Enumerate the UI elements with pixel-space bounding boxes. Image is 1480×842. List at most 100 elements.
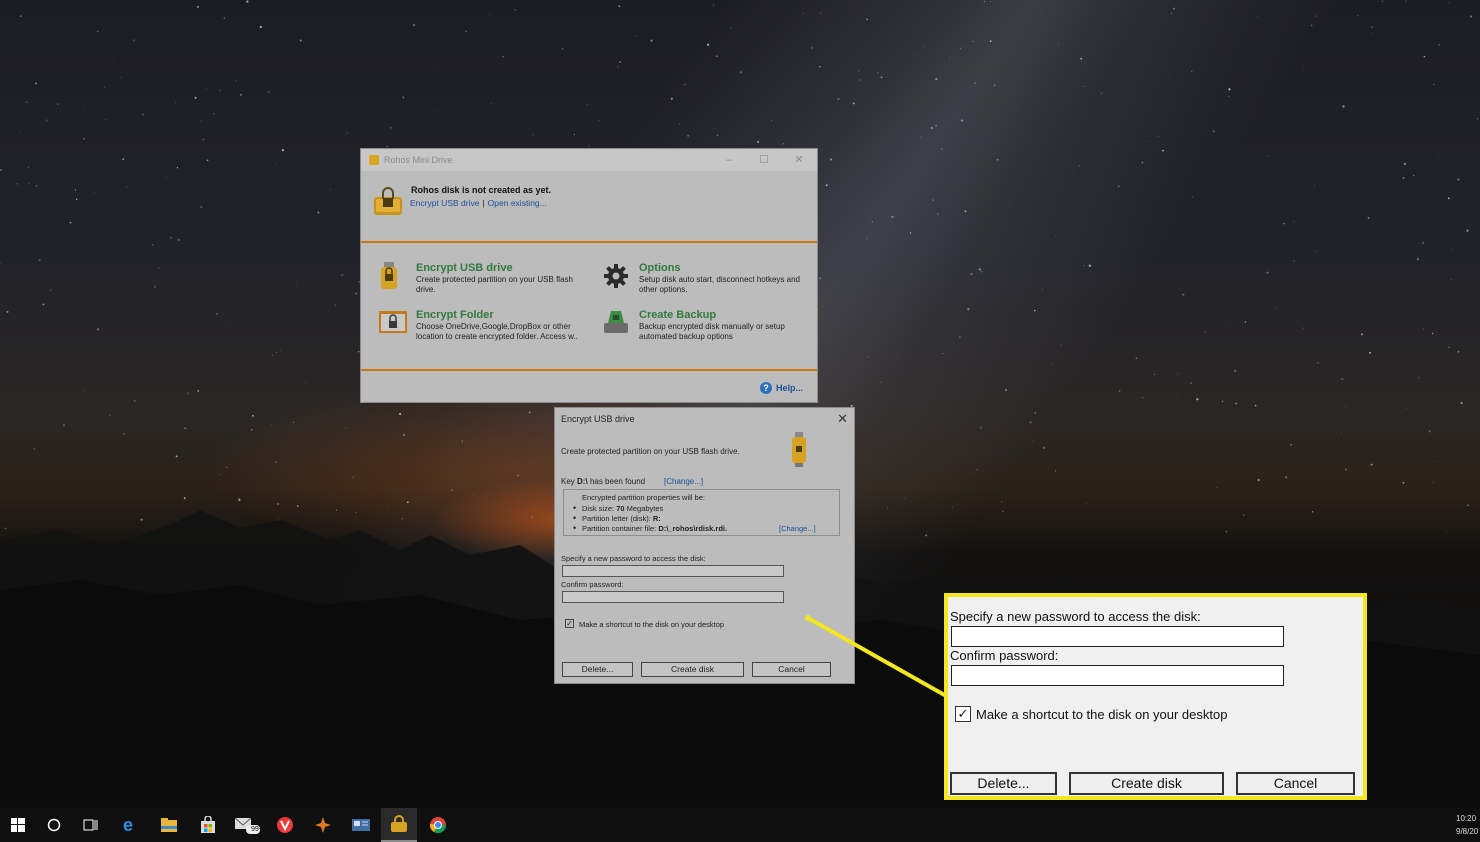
- star: [1367, 216, 1370, 219]
- star: [200, 120, 203, 122]
- star: [1441, 95, 1443, 97]
- star: [28, 183, 30, 185]
- task-view-icon[interactable]: [73, 808, 109, 842]
- star: [183, 497, 186, 500]
- star: [866, 18, 868, 21]
- cancel-button[interactable]: Cancel: [752, 662, 831, 677]
- star: [169, 118, 171, 120]
- star: [299, 39, 302, 42]
- zoom-create-disk-button[interactable]: Create disk: [1069, 772, 1224, 795]
- star: [880, 381, 883, 384]
- star: [281, 148, 285, 152]
- star: [329, 188, 331, 190]
- star: [488, 14, 490, 16]
- star: [1257, 478, 1260, 482]
- star: [1034, 412, 1037, 414]
- store-icon[interactable]: [190, 808, 226, 842]
- star: [97, 30, 99, 33]
- zoom-cancel-button[interactable]: Cancel: [1236, 772, 1355, 795]
- clock-time: 10:20: [1456, 814, 1477, 823]
- maximize-button[interactable]: ☐: [747, 151, 781, 169]
- password-input[interactable]: [562, 565, 784, 577]
- star: [1117, 185, 1120, 188]
- star: [292, 421, 295, 423]
- star: [375, 53, 377, 54]
- star: [1138, 392, 1140, 394]
- file-explorer-icon[interactable]: [151, 808, 187, 842]
- star: [6, 310, 9, 313]
- star: [142, 113, 145, 116]
- star: [959, 47, 962, 50]
- star: [20, 15, 22, 17]
- help-link[interactable]: ? Help...: [759, 382, 803, 394]
- windows-start-icon[interactable]: [0, 808, 36, 842]
- star: [123, 433, 125, 435]
- star: [916, 76, 918, 78]
- star: [573, 134, 575, 136]
- star: [818, 65, 821, 68]
- star: [972, 40, 974, 43]
- star: [989, 40, 992, 42]
- star: [1303, 69, 1305, 71]
- app-icon[interactable]: [305, 808, 341, 842]
- star: [19, 132, 21, 133]
- cortana-search-icon[interactable]: [36, 808, 72, 842]
- star: [1212, 130, 1215, 133]
- zoom-confirm-input[interactable]: [951, 665, 1284, 686]
- orange-divider-bottom: [361, 369, 817, 371]
- create-disk-button[interactable]: Create disk: [641, 662, 744, 677]
- star: [909, 232, 912, 234]
- chrome-icon[interactable]: [420, 808, 456, 842]
- zoom-shortcut-label: Make a shortcut to the disk on your desk…: [976, 707, 1228, 722]
- encrypt-folder-title: Encrypt Folder: [416, 309, 494, 321]
- star: [355, 292, 358, 295]
- star: [1257, 16, 1258, 18]
- star: [1285, 476, 1288, 479]
- star: [219, 473, 221, 475]
- system-clock[interactable]: 10:20 9/8/20: [1456, 812, 1480, 838]
- zoom-shortcut-checkbox[interactable]: ✓: [955, 706, 971, 722]
- close-button[interactable]: ✕: [782, 151, 816, 169]
- star: [1447, 197, 1450, 200]
- change-key-link[interactable]: [Change...]: [664, 477, 703, 486]
- news-app-icon[interactable]: [343, 808, 379, 842]
- backup-drive-icon: [604, 311, 628, 333]
- vivaldi-icon[interactable]: [267, 808, 303, 842]
- confirm-password-input[interactable]: [562, 591, 784, 603]
- mail-icon[interactable]: 99+: [229, 808, 265, 842]
- star: [69, 221, 72, 224]
- star: [226, 466, 228, 469]
- zoom-delete-button[interactable]: Delete...: [950, 772, 1057, 795]
- encrypt-usb-link[interactable]: Encrypt USB drive: [410, 198, 479, 208]
- change-container-link[interactable]: [Change...]: [779, 524, 816, 533]
- encrypt-folder-desc: Choose OneDrive,Google,DropBox or other …: [416, 322, 578, 341]
- star: [782, 143, 785, 145]
- dialog-close-icon[interactable]: ✕: [837, 411, 848, 427]
- star: [730, 27, 732, 29]
- star: [109, 414, 111, 417]
- rohos-header: Rohos disk is not created as yet. Encryp…: [361, 171, 817, 241]
- star: [1428, 430, 1431, 433]
- star: [122, 158, 125, 161]
- star: [1371, 33, 1372, 35]
- star: [829, 158, 833, 161]
- zoom-password-input[interactable]: [951, 626, 1284, 647]
- open-existing-link[interactable]: Open existing...: [488, 198, 547, 208]
- star: [837, 97, 840, 100]
- rohos-icon[interactable]: [381, 808, 417, 842]
- star: [1405, 407, 1407, 409]
- encrypt-usb-dialog: Encrypt USB drive ✕ Create protected par…: [554, 407, 855, 684]
- star: [1369, 351, 1372, 354]
- star: [650, 39, 653, 42]
- minimize-button[interactable]: –: [712, 151, 746, 169]
- star: [678, 123, 680, 125]
- star: [1345, 468, 1347, 471]
- edge-icon[interactable]: e: [112, 808, 148, 842]
- star: [1141, 161, 1144, 164]
- star: [200, 205, 203, 209]
- star: [33, 448, 35, 450]
- star: [1235, 402, 1238, 405]
- star: [514, 9, 516, 11]
- delete-button[interactable]: Delete...: [562, 662, 633, 677]
- shortcut-checkbox[interactable]: ✓: [565, 619, 574, 628]
